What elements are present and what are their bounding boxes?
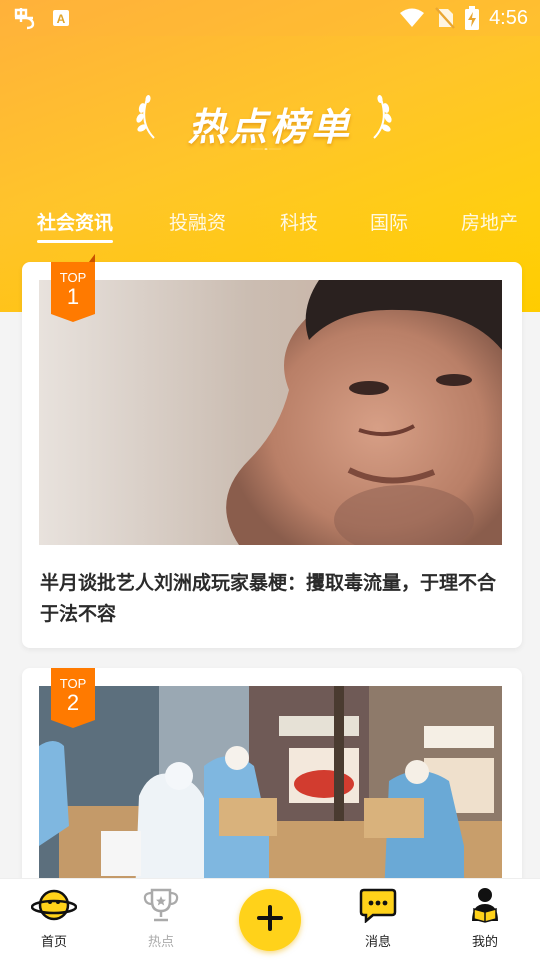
bottom-navigation: 首页 热点 消息 我的 [0,878,540,960]
nav-home-label: 首页 [40,935,67,950]
nav-hot-label: 热点 [147,935,174,950]
tab-real-estate[interactable]: 房地产 [461,208,518,235]
rank-badge: TOP 2 [51,668,95,732]
wifi-icon [399,8,425,28]
tab-label: 社会资讯 [37,212,114,234]
planet-icon [30,889,78,927]
tab-social-news[interactable]: 社会资讯 [37,208,114,243]
tab-label: 房地产 [461,212,519,234]
tab-label: 投融资 [169,212,227,234]
news-thumbnail[interactable] [39,280,502,545]
tab-label: 科技 [280,212,319,234]
rank-badge: TOP 1 [51,254,95,326]
tab-international[interactable]: 国际 [370,208,408,235]
tab-investment[interactable]: 投融资 [169,208,226,235]
news-headline[interactable]: 半月谈批艺人刘洲成玩家暴梗：攫取毒流量，于理不合于法不容 [40,568,500,630]
status-time: 4:56 [489,6,528,29]
create-post-button[interactable] [239,889,301,951]
nav-hot[interactable]: 热点 [121,887,201,950]
nav-home[interactable]: 首页 [14,887,94,950]
news-thumbnail[interactable] [39,686,502,896]
rank-number: 2 [66,690,80,715]
news-card[interactable]: 半月谈批艺人刘洲成玩家暴梗：攫取毒流量，于理不合于法不容 TOP 1 [22,254,522,648]
tab-label: 国际 [370,212,409,234]
svg-text:A: A [57,12,66,26]
nav-messages-label: 消息 [364,935,391,950]
nav-profile-label: 我的 [471,935,498,950]
chat-bubble-icon [359,888,397,927]
tab-tech[interactable]: 科技 [280,208,318,235]
title-divider-ornament [250,148,282,150]
active-tab-indicator [37,240,114,243]
rank-badge-label: TOP [59,676,87,691]
status-bar: A 4:56 [0,0,540,36]
nav-profile[interactable]: 我的 [445,887,525,950]
laurel-right-icon [370,92,394,144]
app-logo-icon [12,6,38,30]
page-title: 热点榜单 [187,105,352,149]
category-tabs: 社会资讯 投融资 科技 国际 房地产 [0,208,540,244]
no-sim-icon [435,7,455,29]
nav-messages[interactable]: 消息 [338,887,418,950]
trophy-icon [141,888,181,927]
a-box-icon: A [52,9,70,27]
rank-badge-label: TOP [59,270,87,285]
plus-icon [257,905,283,935]
hot-list-title-block: 热点榜单 [0,88,540,178]
rank-number: 1 [66,284,80,309]
person-reading-icon [466,888,504,927]
battery-charging-icon [465,6,480,30]
